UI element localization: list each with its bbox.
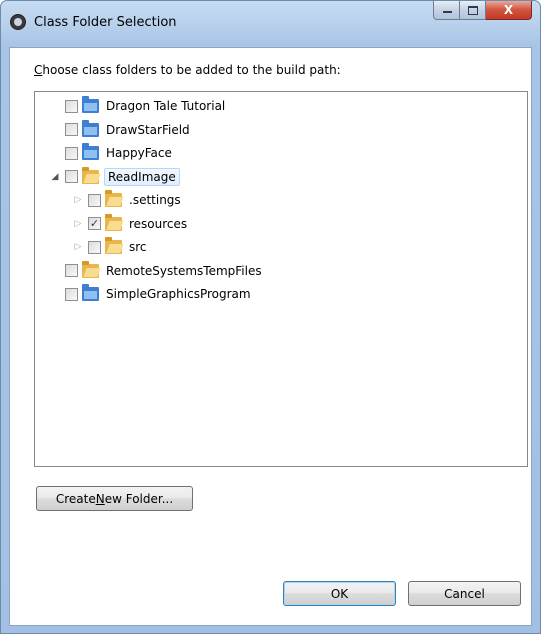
close-icon: X	[503, 3, 514, 17]
mnemonic-n: N	[95, 491, 105, 506]
instruction-label: Choose class folders to be added to the …	[34, 63, 341, 77]
expander-icon[interactable]: ▷	[72, 241, 84, 253]
tree-checkbox[interactable]	[65, 264, 78, 277]
project-folder-icon	[82, 119, 99, 137]
tree-row[interactable]: ▷ .settings	[72, 189, 183, 211]
tree-checkbox[interactable]	[88, 193, 101, 207]
tree-item-label: .settings	[129, 193, 181, 207]
window-controls: X	[433, 1, 532, 21]
project-folder-icon	[82, 143, 99, 160]
expander-icon[interactable]: ▷	[72, 194, 84, 206]
tree-checkbox[interactable]	[88, 240, 101, 254]
tree-checkbox[interactable]: ✓	[88, 217, 101, 230]
project-folder-icon	[82, 96, 99, 113]
create-prefix: Create	[55, 491, 96, 506]
tree-item-label: ReadImage	[104, 167, 180, 186]
eclipse-app-icon	[10, 14, 26, 30]
tree-checkbox[interactable]	[65, 123, 78, 136]
tree-item-label: RemoteSystemsTempFiles	[106, 263, 262, 278]
tree-item-label: SimpleGraphicsProgram	[106, 287, 251, 301]
minimize-button[interactable]	[433, 1, 460, 20]
folder-icon	[105, 213, 122, 231]
folder-tree[interactable]: Dragon Tale Tutorial DrawStarField Happy…	[34, 91, 528, 467]
project-folder-icon	[82, 284, 99, 301]
tree-item-label: Dragon Tale Tutorial	[106, 99, 226, 113]
tree-row[interactable]: HappyFace	[49, 142, 174, 164]
open-folder-icon	[82, 166, 99, 184]
tree-row[interactable]: DrawStarField	[49, 119, 192, 141]
tree-item-label: resources	[129, 216, 188, 231]
tree-item-label: DrawStarField	[106, 122, 190, 137]
close-button[interactable]: X	[486, 1, 532, 20]
tree-row[interactable]: ▷ src	[72, 236, 149, 258]
ok-button[interactable]: OK	[283, 581, 396, 606]
tree-row[interactable]: Dragon Tale Tutorial	[49, 95, 227, 117]
tree-checkbox[interactable]	[65, 99, 78, 113]
tree-row[interactable]: RemoteSystemsTempFiles	[49, 260, 264, 282]
open-folder-icon	[82, 260, 99, 278]
maximize-button[interactable]	[460, 1, 486, 20]
instruction-text: hoose class folders to be added to the b…	[42, 63, 341, 77]
tree-item-label: HappyFace	[106, 146, 172, 160]
window-title: Class Folder Selection	[34, 15, 177, 30]
tree-checkbox[interactable]	[65, 170, 78, 183]
expander-icon[interactable]: ▷	[72, 218, 84, 230]
dialog-window: Class Folder Selection X Choose class fo…	[0, 0, 541, 634]
tree-row[interactable]: ▷ ✓ resources	[72, 213, 189, 235]
cancel-button[interactable]: Cancel	[408, 581, 521, 606]
title-bar[interactable]: Class Folder Selection X	[1, 1, 540, 47]
create-suffix: ew Folder...	[104, 491, 174, 506]
tree-checkbox[interactable]	[65, 287, 78, 301]
dialog-content: Choose class folders to be added to the …	[9, 47, 532, 626]
folder-icon	[105, 190, 122, 207]
folder-icon	[105, 237, 122, 254]
tree-checkbox[interactable]	[65, 146, 78, 160]
tree-row[interactable]: SimpleGraphicsProgram	[49, 283, 253, 305]
create-new-folder-button[interactable]: Create New Folder...	[36, 486, 193, 511]
tree-item-label: src	[129, 240, 147, 254]
tree-row[interactable]: ◢ ReadImage	[49, 166, 180, 188]
expander-icon[interactable]: ◢	[49, 171, 61, 183]
